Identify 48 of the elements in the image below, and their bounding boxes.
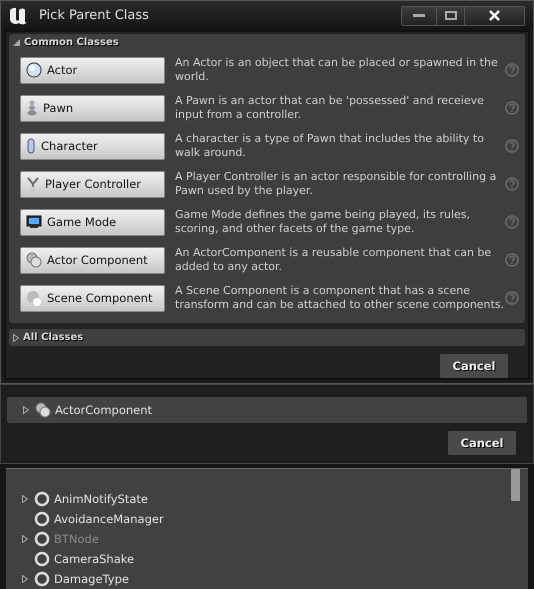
tree-item[interactable]: ActorComponent (55, 403, 152, 417)
class-description: An ActorComponent is a reusable component that can be added to any actor. (175, 246, 492, 274)
class-button[interactable]: Pawn (20, 94, 165, 122)
class-icon (34, 571, 50, 587)
pawn-icon (26, 100, 38, 116)
spheres-icon (26, 290, 42, 306)
monitor-icon (26, 215, 42, 229)
logo-icon (7, 6, 29, 26)
expand-arrow-icon[interactable] (22, 495, 28, 503)
section-header[interactable]: All Classes (23, 332, 84, 343)
minimize-button[interactable] (402, 6, 436, 24)
tree-item[interactable]: AnimNotifyState (54, 492, 148, 506)
class-description: An Actor is an object that can be placed or spawned in the world. (175, 56, 499, 84)
class-description: A Player Controller is an actor responsible for controlling a Pawn used by the player. (175, 170, 498, 198)
close-button[interactable] (464, 6, 524, 24)
class-description: A Scene Component is a component that has a scene transform and can be attached to other scene components. (175, 284, 505, 312)
cancel-button[interactable]: Cancel (448, 431, 516, 455)
class-icon (34, 551, 50, 567)
expand-arrow-icon[interactable] (23, 406, 29, 414)
cancel-button[interactable]: Cancel (440, 354, 508, 378)
maximize-icon (444, 11, 456, 20)
maximize-button[interactable] (436, 6, 464, 24)
class-button[interactable]: Scene Component (20, 284, 165, 312)
scrollbar-thumb[interactable] (511, 469, 520, 501)
capsule-icon (26, 138, 36, 154)
collapse-arrow-icon[interactable] (13, 39, 20, 46)
minimize-icon (413, 14, 425, 18)
class-button[interactable]: Actor Component (20, 246, 165, 274)
class-description: A character is a type of Pawn that includes the ability to walk around. (175, 132, 485, 160)
class-icon (34, 511, 50, 527)
expand-arrow-icon[interactable] (22, 575, 28, 583)
tree-item[interactable]: AvoidanceManager (54, 512, 164, 526)
class-button[interactable]: Actor (20, 56, 165, 84)
class-button[interactable]: Character (20, 132, 165, 160)
class-icon (34, 531, 50, 547)
close-icon (489, 10, 500, 21)
class-icon (34, 491, 50, 507)
sphere-icon (26, 62, 42, 78)
window-title: Pick Parent Class (39, 8, 150, 23)
section-header[interactable]: Common Classes (24, 37, 119, 48)
all-classes-header[interactable]: All Classes (9, 329, 525, 346)
class-button[interactable]: Game Mode (20, 208, 165, 236)
class-button[interactable]: Player Controller (20, 170, 165, 198)
tree-item[interactable]: DamageType (54, 572, 129, 586)
expand-arrow-icon[interactable] (13, 334, 19, 342)
tree-item[interactable]: CameraShake (54, 552, 134, 566)
class-description: Game Mode defines the game being played, its rules, scoring, and other facets of the game type. (175, 208, 472, 236)
class-description: A Pawn is an actor that can be 'possessed' and receieve input from a controller. (175, 94, 485, 122)
